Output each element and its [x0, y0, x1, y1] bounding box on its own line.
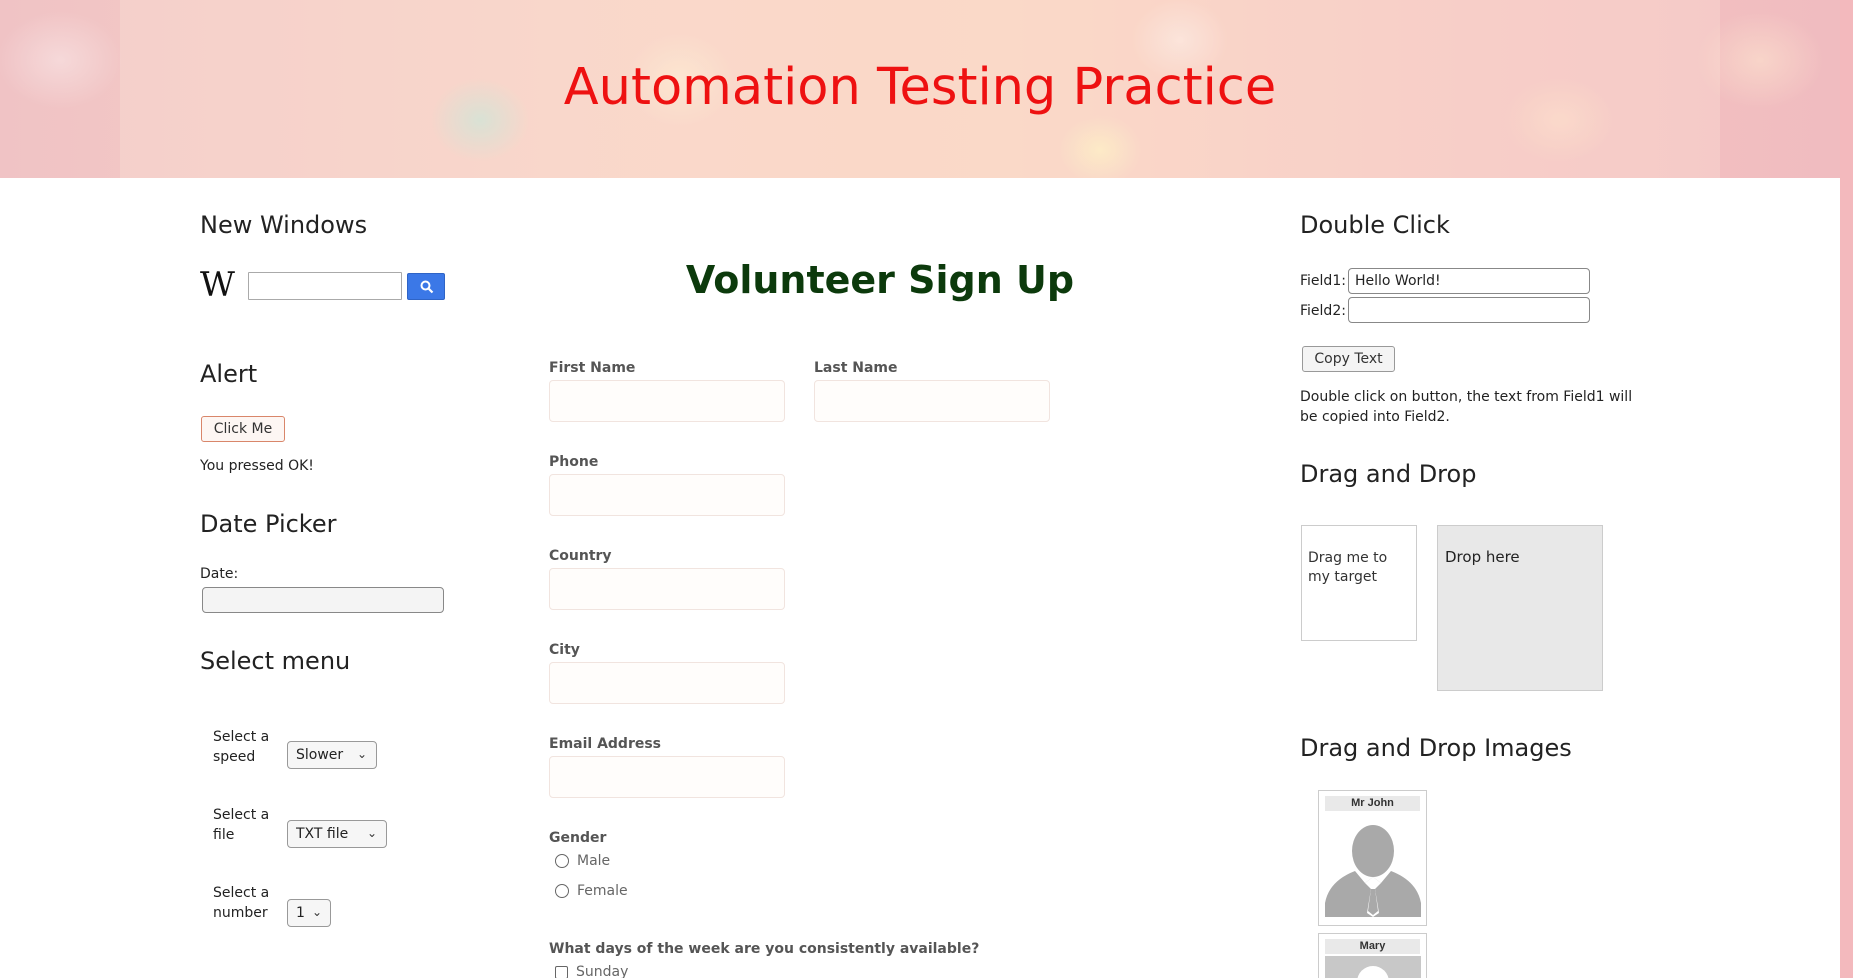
- number-dropdown[interactable]: 1: [287, 899, 331, 927]
- gender-male-option[interactable]: Male: [555, 853, 610, 869]
- image-caption: Mr John: [1325, 796, 1420, 811]
- page-title: Automation Testing Practice: [563, 58, 1277, 117]
- double-click-heading: Double Click: [1300, 211, 1450, 239]
- header-banner: Automation Testing Practice: [0, 0, 1840, 178]
- field1-label: Field1:: [1300, 273, 1346, 289]
- wikipedia-logo-icon: W: [200, 265, 235, 305]
- gender-female-option[interactable]: Female: [555, 883, 628, 899]
- image-caption: Mary: [1325, 939, 1420, 954]
- last-name-input[interactable]: [814, 380, 1050, 422]
- copy-text-button[interactable]: Copy Text: [1302, 346, 1395, 372]
- new-windows-heading: New Windows: [200, 211, 368, 239]
- file-dropdown[interactable]: TXT file: [287, 820, 387, 848]
- email-label: Email Address: [549, 736, 662, 752]
- first-name-label: First Name: [549, 360, 636, 376]
- right-edge-strip: [1840, 0, 1853, 978]
- draggable-image-card[interactable]: Mary: [1318, 933, 1427, 978]
- female-radio-label: Female: [577, 883, 628, 899]
- select-menu-heading: Select menu: [200, 647, 351, 675]
- email-input[interactable]: [549, 756, 785, 798]
- draggable-image-card[interactable]: Mr John: [1318, 790, 1427, 926]
- wikipedia-search-button[interactable]: [407, 273, 445, 300]
- speed-label: Select a speed: [213, 729, 270, 765]
- draggable-box[interactable]: Drag me to my target: [1301, 525, 1417, 641]
- file-label: Select a file: [213, 807, 270, 843]
- alert-result-message: You pressed OK!: [200, 458, 314, 474]
- search-icon: [420, 280, 434, 294]
- alert-click-me-button[interactable]: Click Me: [201, 416, 285, 442]
- alert-heading: Alert: [200, 360, 258, 388]
- field2-label: Field2:: [1300, 303, 1346, 319]
- date-input[interactable]: [202, 587, 444, 613]
- male-radio-label: Male: [577, 853, 611, 869]
- sunday-checkbox[interactable]: [555, 965, 568, 978]
- field2-input[interactable]: [1348, 297, 1590, 323]
- drag-drop-heading: Drag and Drop: [1300, 460, 1477, 488]
- male-radio[interactable]: [555, 854, 569, 868]
- days-available-label: What days of the week are you consistent…: [549, 941, 980, 957]
- gender-label: Gender: [549, 830, 607, 846]
- person-avatar-icon: [1325, 813, 1421, 917]
- first-name-input[interactable]: [549, 380, 785, 422]
- phone-label: Phone: [549, 454, 599, 470]
- day-sunday-option[interactable]: Sunday: [555, 964, 628, 978]
- speed-dropdown[interactable]: Slower: [287, 741, 377, 769]
- country-label: Country: [549, 548, 612, 564]
- field1-input[interactable]: [1348, 268, 1590, 294]
- sunday-checkbox-label: Sunday: [576, 964, 629, 978]
- female-radio[interactable]: [555, 884, 569, 898]
- double-click-description: Double click on button, the text from Fi…: [1300, 389, 1633, 425]
- drag-drop-images-heading: Drag and Drop Images: [1300, 734, 1572, 762]
- city-label: City: [549, 642, 580, 658]
- phone-input[interactable]: [549, 474, 785, 516]
- wikipedia-search-input[interactable]: [248, 272, 402, 300]
- date-label: Date:: [200, 566, 239, 582]
- number-label: Select a number: [213, 885, 270, 921]
- country-input[interactable]: [549, 568, 785, 610]
- person-avatar-icon: [1325, 956, 1421, 978]
- volunteer-form-title: Volunteer Sign Up: [685, 258, 1075, 302]
- last-name-label: Last Name: [814, 360, 898, 376]
- droppable-box[interactable]: Drop here: [1437, 525, 1603, 691]
- date-picker-heading: Date Picker: [200, 510, 337, 538]
- city-input[interactable]: [549, 662, 785, 704]
